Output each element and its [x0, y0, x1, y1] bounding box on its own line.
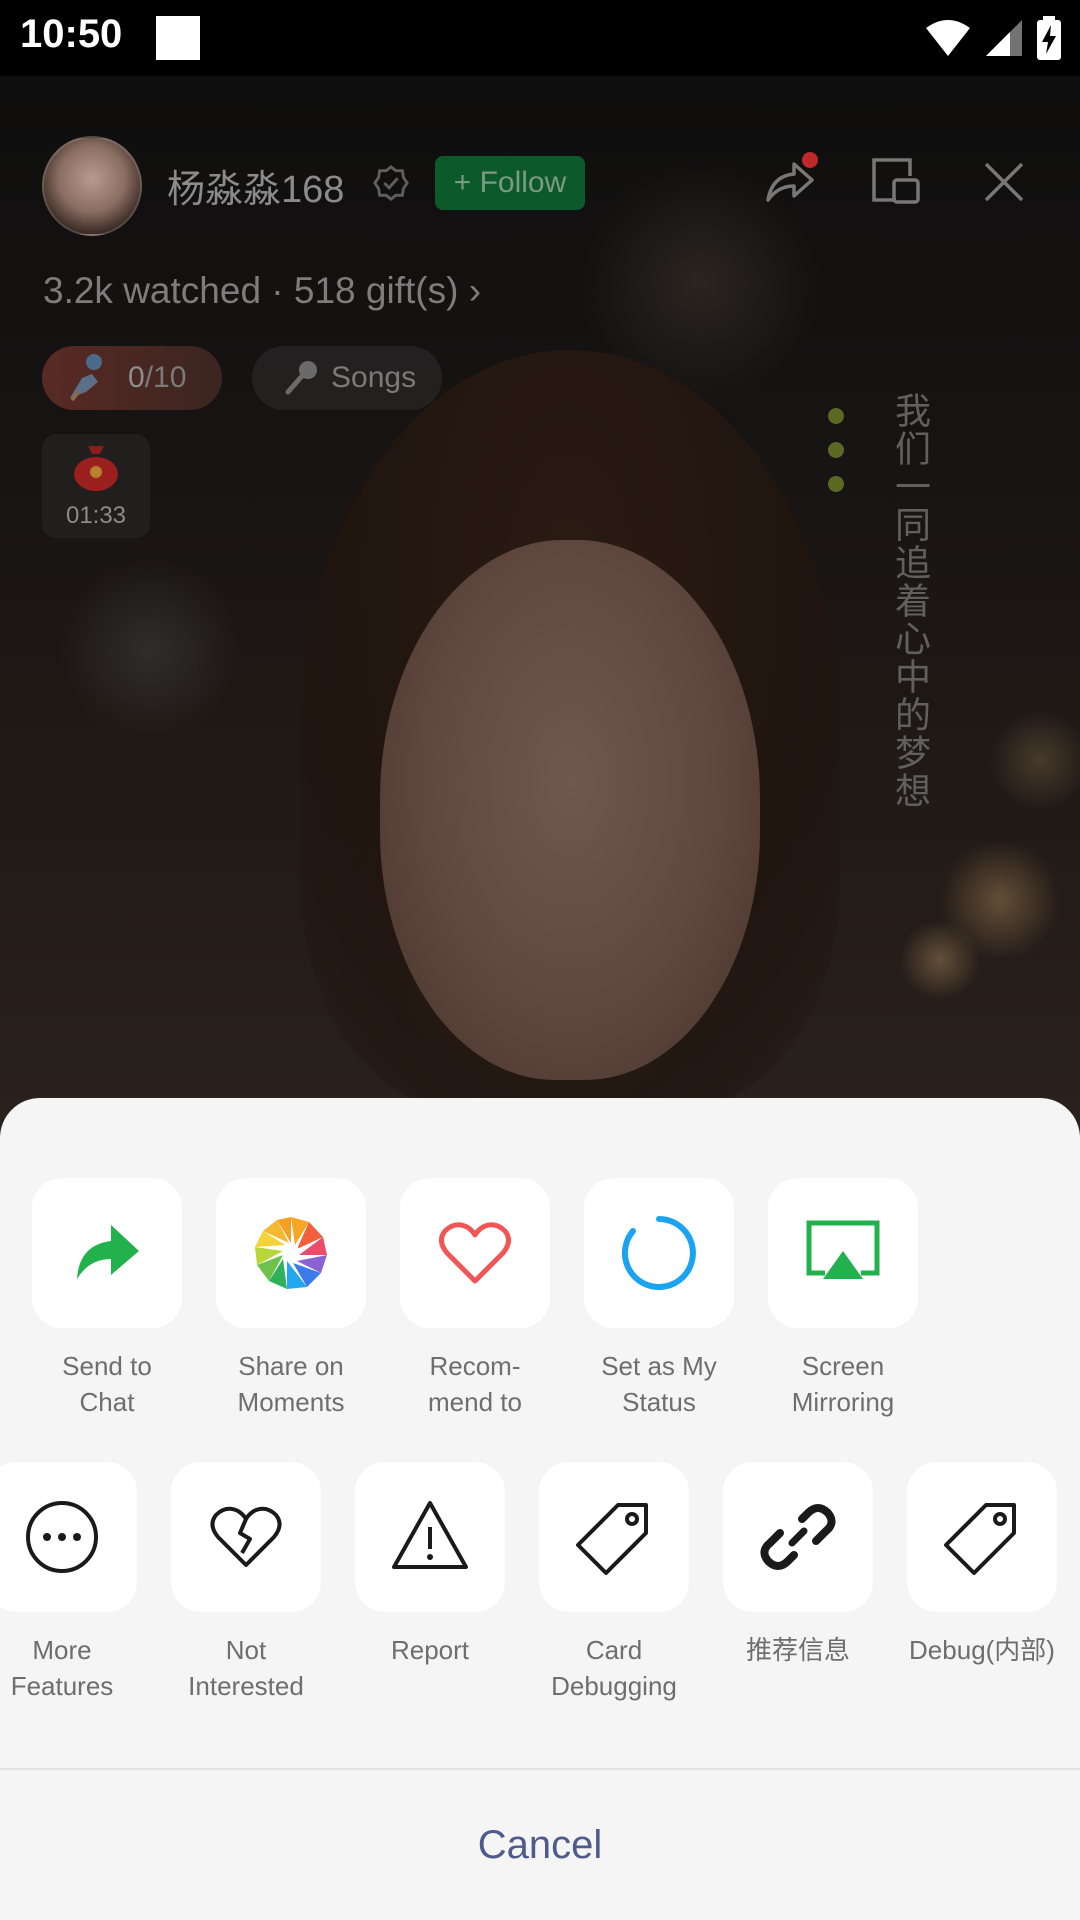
lyric-indicator-dots [828, 408, 848, 510]
screen-mirroring-button[interactable]: Screen Mirroring [751, 1178, 935, 1420]
red-packet-widget[interactable]: 01:33 [42, 434, 150, 538]
tile-icon-box [539, 1462, 689, 1612]
broken-heart-icon [210, 1506, 282, 1567]
share-row-primary: Send to Chat Share on Moments Recom- men… [0, 1178, 1080, 1438]
tile-icon-box [0, 1462, 137, 1612]
songs-pill[interactable]: Songs [252, 346, 442, 410]
debug-internal-button[interactable]: Debug(内部) [890, 1462, 1074, 1668]
not-interested-button[interactable]: Not Interested [154, 1462, 338, 1704]
tile-label: Send to Chat [62, 1351, 152, 1417]
red-packet-timer: 01:33 [65, 502, 127, 529]
tile-label: Share on Moments [237, 1351, 345, 1417]
status-time: 10:50 [20, 12, 123, 56]
viewer-gift-text: 3.2k watched · 518 gift(s) [43, 270, 459, 311]
verified-badge-icon [373, 165, 409, 201]
tile-icon-box [32, 1178, 182, 1328]
wifi-icon [926, 20, 970, 56]
cancel-button[interactable]: Cancel [0, 1770, 1080, 1920]
close-icon[interactable] [974, 152, 1034, 212]
tile-label: More Features [10, 1635, 114, 1701]
microphone-icon [285, 361, 317, 395]
share-sheet: Send to Chat Share on Moments Recom- men… [0, 1098, 1080, 1920]
tile-icon-box [171, 1462, 321, 1612]
tag-icon [576, 1503, 648, 1575]
report-button[interactable]: Report [338, 1462, 522, 1668]
live-stream-screen: 10:50 杨淼淼168 + Follow 3.2k watched · 518… [0, 0, 1080, 1920]
share-on-moments-button[interactable]: Share on Moments [199, 1178, 383, 1420]
tile-icon-box [723, 1462, 873, 1612]
gift-quest-pill[interactable]: 0/10 [42, 346, 222, 410]
screen-mirror-icon [806, 1220, 880, 1279]
rocket-kid-icon [70, 354, 102, 402]
quest-progress: 0/10 [128, 361, 187, 394]
set-as-status-button[interactable]: Set as My Status [567, 1178, 751, 1420]
red-packet-bag-icon [74, 446, 118, 491]
moments-aperture-icon [255, 1217, 327, 1289]
tile-icon-box [355, 1462, 505, 1612]
viewer-gift-stats[interactable]: 3.2k watched · 518 gift(s) › [43, 270, 481, 312]
mini-window-icon[interactable] [866, 152, 926, 212]
tile-icon-box [584, 1178, 734, 1328]
share-icon[interactable] [758, 152, 818, 212]
share-arrow-icon [77, 1225, 139, 1279]
songs-label: Songs [331, 361, 417, 394]
chevron-right-icon: › [468, 270, 482, 311]
share-row-secondary: More Features Not Interested Report Card… [0, 1462, 1080, 1722]
tile-icon-box [907, 1462, 1057, 1612]
tile-icon-box [768, 1178, 918, 1328]
status-bar: 10:50 [0, 0, 1080, 76]
streamer-avatar[interactable] [42, 136, 142, 236]
more-dots-icon [26, 1501, 98, 1573]
tile-label: 推荐信息 [745, 1635, 850, 1665]
tile-icon-box [216, 1178, 366, 1328]
warning-triangle-icon [392, 1501, 468, 1569]
recommend-to-button[interactable]: Recom- mend to [383, 1178, 567, 1420]
tile-label: Recom- mend to [428, 1351, 522, 1417]
card-debugging-button[interactable]: Card Debugging [522, 1462, 706, 1704]
tile-label: Set as My Status [601, 1351, 717, 1417]
streamer-name[interactable]: 杨淼淼168 [167, 158, 344, 213]
tile-label: Card Debugging [551, 1635, 677, 1701]
tile-label: Debug(内部) [909, 1635, 1055, 1665]
follow-button[interactable]: + Follow [435, 156, 585, 210]
more-features-button[interactable]: More Features [0, 1462, 154, 1704]
status-icons [924, 14, 1062, 62]
battery-charging-icon [1037, 16, 1061, 60]
heart-icon [439, 1222, 511, 1284]
tile-label: Screen Mirroring [791, 1351, 895, 1417]
link-icon [760, 1504, 836, 1570]
send-to-chat-button[interactable]: Send to Chat [15, 1178, 199, 1420]
notification-icon [156, 16, 200, 60]
vertical-lyric: 我们一同追着心中的梦想 [890, 392, 931, 810]
tile-label: Report [390, 1635, 470, 1665]
status-circle-icon [621, 1216, 696, 1290]
tile-label: Not Interested [188, 1635, 304, 1701]
recommend-info-button[interactable]: 推荐信息 [706, 1462, 890, 1668]
cellular-signal-icon [986, 20, 1022, 56]
tag-icon [944, 1503, 1016, 1575]
video-subject-face [380, 540, 760, 1080]
tile-icon-box [400, 1178, 550, 1328]
